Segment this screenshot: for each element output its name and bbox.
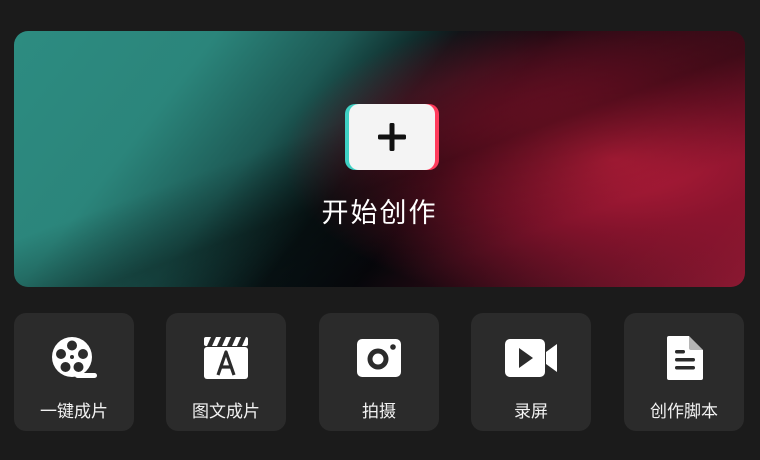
film-reel-icon [52,337,97,378]
clapper-text-icon [204,337,248,379]
start-creation-label: 开始创作 [321,198,438,229]
tool-label: 录屏 [514,402,548,422]
tool-one-click-video[interactable]: 一键成片 [14,313,134,431]
tool-screen-record[interactable]: 录屏 [471,313,591,431]
document-icon [667,336,703,380]
plus-icon [378,123,406,151]
tool-label: 拍摄 [362,402,396,422]
tool-shoot[interactable]: 拍摄 [319,313,439,431]
camera-icon [357,339,401,377]
tool-label: 图文成片 [192,402,260,422]
video-camera-icon [505,339,557,377]
tool-script[interactable]: 创作脚本 [624,313,744,431]
app-screen: 开始创作 一键成片 图文成片 拍摄 录屏 创作脚本 [0,0,760,460]
tool-label: 一键成片 [40,402,108,422]
start-creation-banner[interactable]: 开始创作 [14,31,745,287]
tool-label: 创作脚本 [650,402,718,422]
start-creation-button[interactable] [349,104,435,170]
tool-text-to-video[interactable]: 图文成片 [166,313,286,431]
